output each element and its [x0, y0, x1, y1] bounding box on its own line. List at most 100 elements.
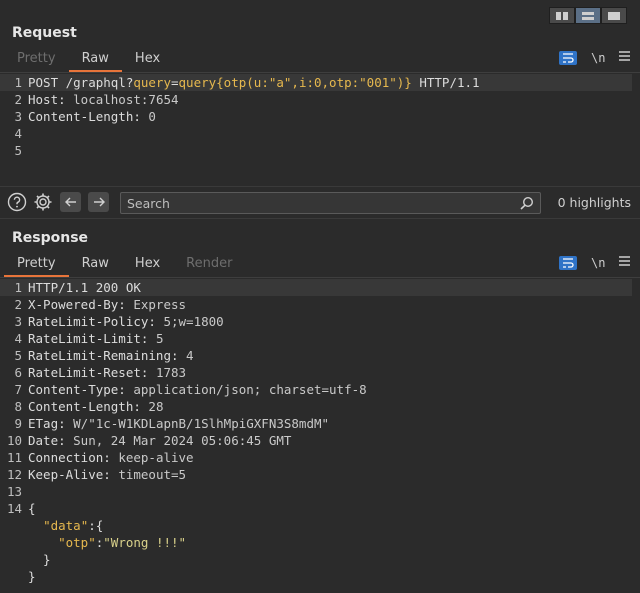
request-code-line: 1 POST /graphql?query=query{otp(u:"a",i:0…: [0, 74, 640, 91]
response-menu-icon[interactable]: [619, 255, 631, 270]
response-line-number: 13: [6, 484, 22, 499]
response-line-number: 14: [6, 501, 22, 516]
settings-gear-icon[interactable]: [33, 192, 53, 212]
response-line-content: }: [28, 568, 36, 585]
response-code-line: 9 ETag: W/"1c-W1KDLapnB/1SlhMpiGXFN3S8mdM…: [0, 415, 640, 432]
response-line-number: [0, 534, 28, 551]
response-line-content: X-Powered-By: Express: [28, 296, 186, 313]
response-token: 5;w=1800: [163, 314, 224, 329]
request-editor[interactable]: 1 POST /graphql?query=query{otp(u:"a",i:0…: [0, 74, 640, 159]
layout-stacked-button[interactable]: [575, 7, 601, 24]
response-code-line: 11 Connection: keep-alive: [0, 449, 640, 466]
response-wrap-lines-icon[interactable]: [559, 255, 577, 270]
response-token: RateLimit-Policy:: [28, 314, 164, 329]
response-token: RateLimit-Remaining:: [28, 348, 187, 363]
response-code-line: 1 HTTP/1.1 200 OK: [0, 279, 640, 296]
request-scrollbar[interactable]: [632, 74, 640, 184]
request-line-content: POST /graphql?query=query{otp(u:"a",i:0,…: [28, 74, 480, 91]
request-code-line: 5: [0, 142, 640, 159]
request-line-number: 4: [14, 126, 22, 141]
response-code-line: "otp":"Wrong !!!": [0, 534, 640, 551]
response-token: }: [28, 552, 51, 567]
response-token: keep-alive: [118, 450, 194, 465]
response-line-content: Date: Sun, 24 Mar 2024 05:06:45 GMT: [28, 432, 291, 449]
request-code-line: 3 Content-Length: 0: [0, 108, 640, 125]
response-code-line: }: [0, 551, 640, 568]
response-tab-render[interactable]: Render: [173, 252, 245, 276]
response-editor-tools: \n: [559, 255, 631, 270]
request-line-content: Content-Length: 0: [28, 108, 156, 125]
layout-side-by-side-button[interactable]: [549, 7, 575, 24]
request-show-newlines-button[interactable]: \n: [591, 51, 605, 65]
search-bar: 0 highlights: [0, 186, 640, 219]
response-code-line: 2 X-Powered-By: Express: [0, 296, 640, 313]
response-token: 5: [155, 331, 164, 346]
response-line-content: RateLimit-Policy: 5;w=1800: [28, 313, 224, 330]
response-token: RateLimit-Reset:: [28, 365, 156, 380]
response-editor[interactable]: 1 HTTP/1.1 200 OK 2 X-Powered-By: Express 3 R…: [0, 279, 640, 585]
response-token: [28, 535, 58, 550]
response-line-number: 8: [14, 399, 22, 414]
request-token: HTTP/1.1: [411, 75, 480, 90]
response-tab-raw[interactable]: Raw: [69, 252, 122, 276]
search-input[interactable]: [121, 193, 513, 213]
layout-single-tab-button[interactable]: [601, 7, 627, 24]
response-token: [28, 518, 43, 533]
response-token: ETag:: [28, 416, 74, 431]
response-title: Response: [12, 230, 89, 246]
response-code-line: 4 RateLimit-Limit: 5: [0, 330, 640, 347]
request-token: localhost:7654: [73, 92, 179, 107]
response-line-content: RateLimit-Limit: 5: [28, 330, 163, 347]
next-arrow-icon[interactable]: [88, 192, 109, 212]
response-token: Express: [133, 297, 187, 312]
request-token: POST /graphql?: [28, 75, 134, 90]
request-tab-divider: [0, 72, 640, 73]
response-code-line: 13: [0, 483, 640, 500]
response-line-number: 10: [6, 433, 22, 448]
help-icon[interactable]: [7, 192, 27, 212]
response-scrollbar[interactable]: [632, 279, 640, 593]
response-code-line: 10 Date: Sun, 24 Mar 2024 05:06:45 GMT: [0, 432, 640, 449]
request-tab-pretty[interactable]: Pretty: [4, 47, 69, 71]
response-tab-divider: [0, 277, 640, 278]
response-line-content: Content-Type: application/json; charset=…: [28, 381, 367, 398]
request-token: =: [171, 75, 179, 90]
response-code-line: }: [0, 568, 640, 585]
response-tab-pretty[interactable]: Pretty: [4, 252, 69, 277]
request-line-number: 1: [14, 75, 22, 90]
response-token: X-Powered-By:: [28, 297, 134, 312]
request-token: Content-Length:: [28, 109, 149, 124]
response-token: HTTP/1.1 200 OK: [28, 280, 141, 295]
response-code-line: "data":{: [0, 517, 640, 534]
response-token: }: [28, 569, 36, 584]
response-code-line: 3 RateLimit-Policy: 5;w=1800: [0, 313, 640, 330]
response-token: 28: [148, 399, 164, 414]
response-code-line: 6 RateLimit-Reset: 1783: [0, 364, 640, 381]
response-token: {: [28, 501, 36, 516]
response-line-content: ETag: W/"1c-W1KDLapnB/1SlhMpiGXFN3S8mdM": [28, 415, 329, 432]
search-icon[interactable]: [520, 196, 534, 214]
previous-arrow-icon[interactable]: [60, 192, 81, 212]
response-tab-hex[interactable]: Hex: [122, 252, 173, 276]
response-line-number: 1: [14, 280, 22, 295]
response-token: RateLimit-Limit:: [28, 331, 156, 346]
response-line-content: {: [28, 500, 36, 517]
request-tab-raw[interactable]: Raw: [68, 47, 123, 72]
response-token: "otp": [58, 535, 96, 550]
request-token: Host:: [28, 92, 74, 107]
response-token: 1783: [155, 365, 187, 380]
response-line-content: "data":{: [28, 517, 103, 534]
request-token: 0: [148, 109, 156, 124]
response-token: timeout=5: [118, 467, 187, 482]
layout-toggle-group: [549, 7, 627, 24]
request-wrap-lines-icon[interactable]: [559, 50, 577, 65]
response-show-newlines-button[interactable]: \n: [591, 256, 605, 270]
response-line-number: 5: [14, 348, 22, 363]
response-token: Connection:: [28, 450, 119, 465]
response-token: Sun, 24 Mar 2024 05:06:45 GMT: [73, 433, 292, 448]
request-menu-icon[interactable]: [619, 50, 631, 65]
request-tab-hex[interactable]: Hex: [122, 47, 173, 71]
response-token: "Wrong !!!": [103, 535, 187, 550]
response-code-line: 5 RateLimit-Remaining: 4: [0, 347, 640, 364]
highlights-count: 0 highlights: [557, 195, 631, 210]
